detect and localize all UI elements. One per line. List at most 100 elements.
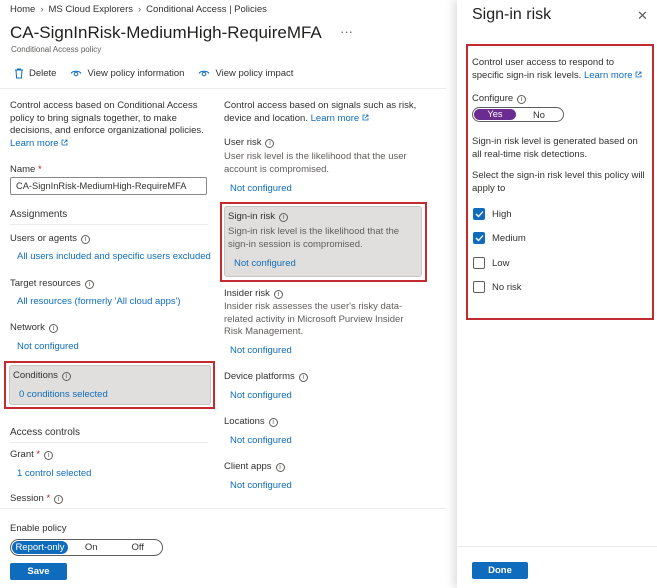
panel-title: Sign-in risk [472,6,552,23]
policy-footer: Enable policy Report-only On Off Save [0,508,446,588]
configure-yes-option[interactable]: Yes [474,109,516,120]
configure-toggle[interactable]: Yes No [472,107,564,122]
learn-more-link[interactable]: Learn more [10,138,59,149]
done-button[interactable]: Done [472,562,528,579]
conditions-card[interactable]: Conditions i 0 conditions selected [9,365,211,405]
info-icon[interactable]: i [298,373,308,382]
signin-risk-description: Sign-in risk level is the likelihood tha… [228,226,400,250]
divider [457,546,657,547]
client-apps-label-text: Client apps [224,461,272,472]
info-icon[interactable]: i [268,418,278,427]
risk-level-medium[interactable]: Medium [473,232,526,244]
info-icon[interactable]: i [517,95,527,104]
enable-option-off[interactable]: Off [115,542,162,553]
breadcrumb-policies[interactable]: Conditional Access | Policies [146,4,267,15]
users-assignment-link[interactable]: All users included and specific users ex… [17,251,217,262]
risk-level-no-risk[interactable]: No risk [473,281,522,293]
conditions-label-text: Conditions [13,370,58,381]
device-platforms-link[interactable]: Not configured [230,390,430,401]
risk-level-low[interactable]: Low [473,257,509,269]
configure-label: Configure i [472,93,527,104]
risk-level-high[interactable]: High [473,208,512,220]
info-icon[interactable]: i [54,495,64,504]
required-mark: * [37,164,42,175]
eye-icon [199,70,210,77]
configure-no-option[interactable]: No [516,110,562,120]
policy-editor-pane: Home › MS Cloud Explorers › Conditional Acce… [0,0,446,588]
conditions-link[interactable]: 0 conditions selected [19,389,108,400]
save-button[interactable]: Save [10,563,67,580]
learn-more-link[interactable]: Learn more [311,113,360,124]
target-resources-link[interactable]: All resources (formerly 'All cloud apps'… [17,296,217,307]
info-icon[interactable]: i [84,280,94,289]
breadcrumb-home[interactable]: Home [10,4,35,15]
page-title: CA-SignInRisk-MediumHigh-RequireMFA [10,23,322,42]
network-link[interactable]: Not configured [17,341,217,352]
info-icon[interactable]: i [279,213,288,222]
eye-icon [71,70,82,77]
breadcrumb-tenant[interactable]: MS Cloud Explorers [49,4,133,15]
checkbox-checked-icon[interactable] [473,232,485,244]
breadcrumb-separator: › [40,4,44,15]
grant-link[interactable]: 1 control selected [17,468,217,479]
insider-risk-description: Insider risk assesses the user's risky d… [224,301,404,337]
network-label-text: Network [10,322,45,333]
view-policy-impact-label: View policy impact [215,68,294,79]
users-label: Users or agents i [10,233,210,244]
signin-risk-panel: Sign-in risk ✕ Control user access to re… [457,0,657,588]
client-apps-label: Client apps i [224,461,424,472]
session-label-text: Session [10,493,44,504]
policy-intro: Control access based on Conditional Acce… [10,100,204,136]
divider [10,442,208,443]
enable-option-on[interactable]: On [68,542,115,553]
info-icon[interactable]: i [48,324,58,333]
more-options-icon[interactable]: ··· [340,24,353,39]
delete-button[interactable]: Delete [14,68,56,79]
external-link-icon [362,114,369,120]
page-subtitle: Conditional Access policy [11,45,102,54]
info-icon[interactable]: i [44,451,54,460]
client-apps-link[interactable]: Not configured [230,480,430,491]
user-risk-label: User risk i [224,137,424,148]
info-icon[interactable]: i [265,139,275,148]
risk-level-label: High [492,208,512,220]
signin-risk-label: Sign-in risk i [228,211,288,222]
divider [0,88,446,89]
locations-label: Locations i [224,416,424,427]
checkbox-unchecked-icon[interactable] [473,281,485,293]
checkbox-checked-icon[interactable] [473,208,485,220]
panel-intro-text: Control user access to respond to specif… [472,57,644,82]
name-label-text: Name [10,164,36,175]
risk-select-text: Select the sign-in risk level this polic… [472,170,645,194]
external-link-icon [61,139,68,145]
target-resources-label: Target resources i [10,278,210,289]
enable-policy-toggle[interactable]: Report-only On Off [10,539,163,556]
checkbox-unchecked-icon[interactable] [473,257,485,269]
info-icon[interactable]: i [81,235,91,244]
locations-link[interactable]: Not configured [230,435,430,446]
name-label: Name * [10,164,210,175]
risk-level-label: Low [492,257,510,269]
external-link-icon [635,71,642,77]
close-icon[interactable]: ✕ [637,8,648,24]
signin-risk-card[interactable]: Sign-in risk i Sign-in risk level is the … [224,206,422,277]
users-label-text: Users or agents [10,233,78,244]
enable-policy-label: Enable policy [10,523,67,534]
breadcrumb-separator: › [138,4,142,15]
user-risk-link[interactable]: Not configured [230,183,430,194]
enable-option-report-only[interactable]: Report-only [12,541,68,554]
device-platforms-label: Device platforms i [224,371,424,382]
view-policy-information-button[interactable]: View policy information [70,68,184,79]
info-icon[interactable]: i [273,290,283,299]
insider-risk-link[interactable]: Not configured [230,345,430,356]
network-label: Network i [10,322,210,333]
learn-more-link[interactable]: Learn more [584,70,633,81]
breadcrumb: Home › MS Cloud Explorers › Conditional Acce… [10,4,267,15]
signin-risk-link[interactable]: Not configured [234,258,296,269]
info-icon[interactable]: i [61,372,71,381]
required-mark: * [36,449,41,460]
delete-label: Delete [29,68,57,79]
view-policy-impact-button[interactable]: View policy impact [198,68,293,79]
policy-name-input[interactable] [10,177,207,195]
info-icon[interactable]: i [275,463,285,472]
